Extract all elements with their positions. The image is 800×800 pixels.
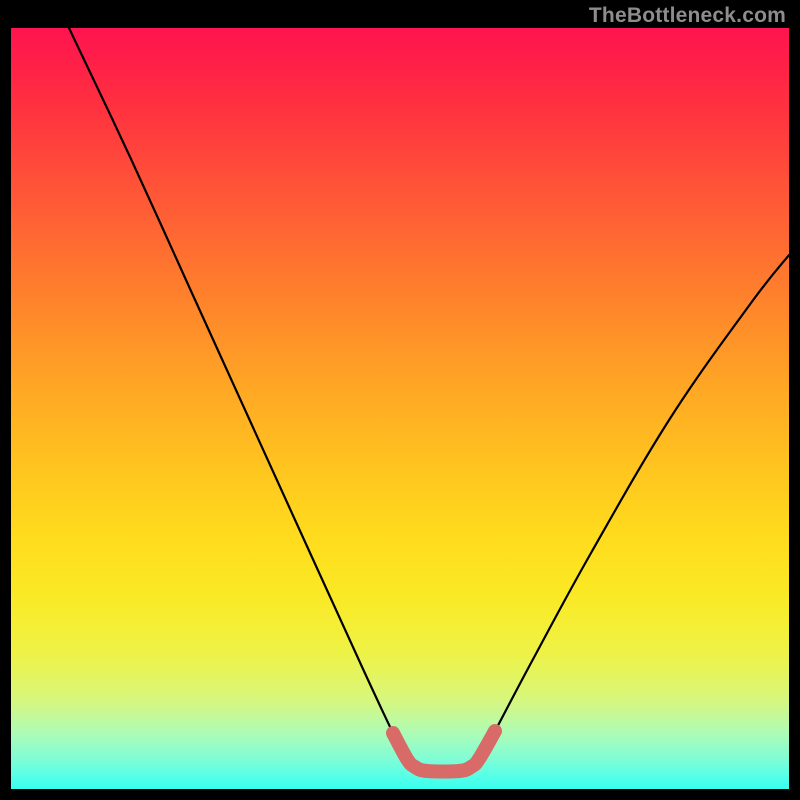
chart-frame [11, 28, 789, 789]
watermark-label: TheBottleneck.com [589, 4, 786, 28]
gradient-background [11, 28, 789, 789]
